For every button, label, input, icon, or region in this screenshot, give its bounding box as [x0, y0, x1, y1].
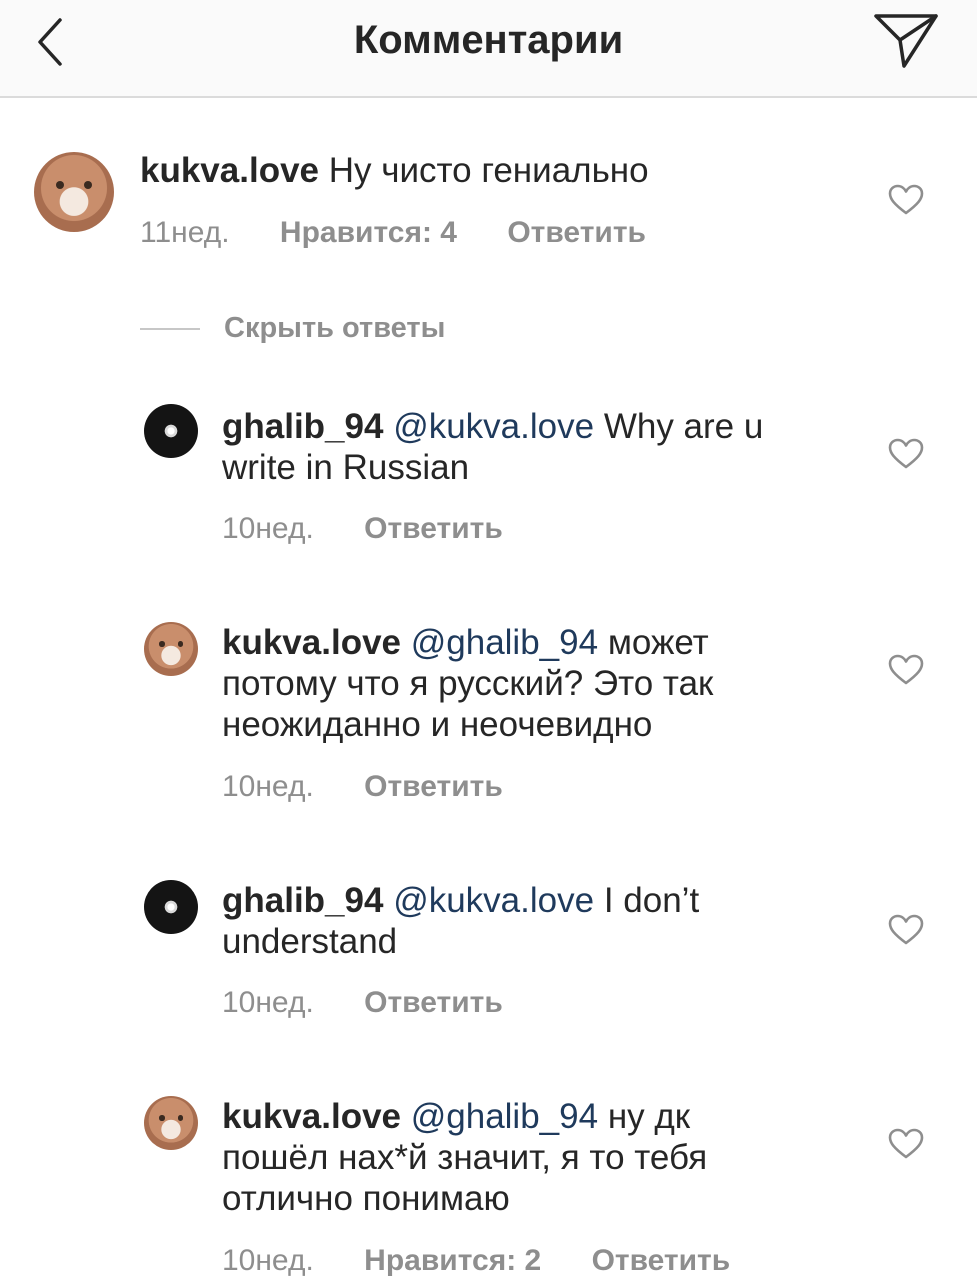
reply-body: ghalib_94 @kukva.love Why are u write in… [222, 406, 782, 488]
reply-time: 10нед. [222, 770, 314, 803]
reply-button[interactable]: Ответить [364, 512, 503, 545]
divider-line [140, 328, 200, 330]
comment-meta: 11нед. Нравится: 4 Ответить [140, 216, 688, 250]
reply-mention[interactable]: @ghalib_94 [411, 1097, 598, 1136]
reply-button[interactable]: Ответить [592, 1244, 731, 1277]
comment-likes[interactable]: Нравится: 4 [280, 216, 457, 249]
paper-plane-icon [874, 14, 938, 68]
reply-button[interactable]: Ответить [507, 216, 646, 249]
reply-meta: 10нед. Нравится: 2 Ответить [222, 1244, 772, 1278]
reply-body: kukva.love @ghalib_94 ну дк пошёл нах*й … [222, 1096, 782, 1219]
reply-mention[interactable]: @kukva.love [393, 881, 594, 920]
top-bar: Комментарии [0, 0, 977, 98]
heart-outline-icon[interactable] [888, 438, 924, 470]
heart-outline-icon[interactable] [888, 184, 924, 216]
reply-likes[interactable]: Нравится: 2 [364, 1244, 541, 1277]
share-button[interactable] [866, 10, 942, 70]
comment-time: 11нед. [140, 216, 230, 249]
page-title: Комментарии [353, 18, 624, 62]
reply-meta: 10нед. Ответить [222, 512, 545, 546]
reply-username[interactable]: ghalib_94 [222, 881, 383, 920]
reply-body: ghalib_94 @kukva.love I don’t understand [222, 880, 782, 962]
reply-time: 10нед. [222, 986, 314, 1019]
heart-outline-icon[interactable] [888, 914, 924, 946]
hide-replies-label: Скрыть ответы [224, 312, 446, 344]
avatar[interactable] [144, 1096, 198, 1150]
reply-body: kukva.love @ghalib_94 может потому что я… [222, 622, 782, 745]
reply-button[interactable]: Ответить [364, 986, 503, 1019]
avatar[interactable] [144, 880, 198, 934]
heart-outline-icon[interactable] [888, 654, 924, 686]
reply-username[interactable]: ghalib_94 [222, 407, 383, 446]
avatar[interactable] [144, 622, 198, 676]
reply-username[interactable]: kukva.love [222, 1097, 401, 1136]
reply-time: 10нед. [222, 1244, 314, 1277]
reply-time: 10нед. [222, 512, 314, 545]
reply-meta: 10нед. Ответить [222, 986, 545, 1020]
reply-button[interactable]: Ответить [364, 770, 503, 803]
avatar[interactable] [144, 404, 198, 458]
comment-username[interactable]: kukva.love [140, 151, 319, 190]
reply-username[interactable]: kukva.love [222, 623, 401, 662]
reply-mention[interactable]: @kukva.love [393, 407, 594, 446]
heart-outline-icon[interactable] [888, 1128, 924, 1160]
avatar[interactable] [34, 152, 114, 232]
reply-meta: 10нед. Ответить [222, 770, 545, 804]
comment-text: Ну чисто гениально [328, 151, 649, 190]
reply-mention[interactable]: @ghalib_94 [411, 623, 598, 662]
comment-body: kukva.love Ну чисто гениально [140, 150, 740, 191]
